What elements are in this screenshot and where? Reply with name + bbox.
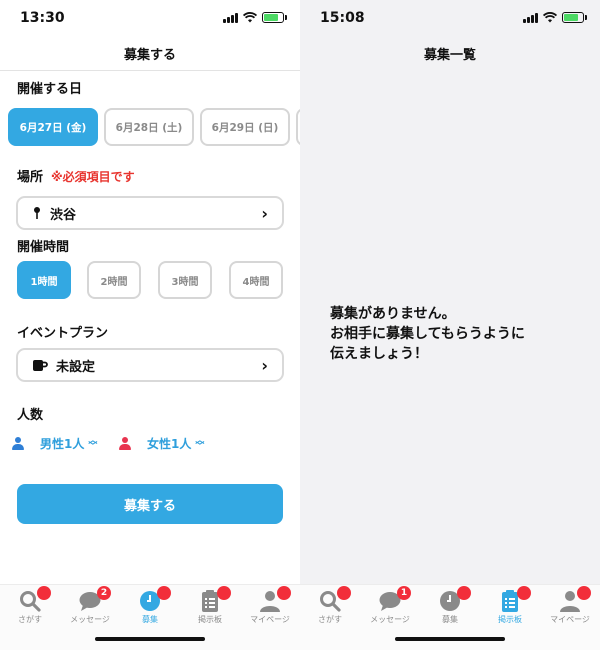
people-section-label: 人数 <box>17 408 44 423</box>
chevron-updown-icon: ︿ ﹀ <box>88 435 98 452</box>
tab-message[interactable]: 2 メッセージ <box>60 586 120 625</box>
wifi-icon <box>543 12 557 23</box>
tab-label: 募集 <box>142 615 158 624</box>
chevron-updown-icon: ︿ ﹀ <box>195 435 205 452</box>
place-picker[interactable]: 渋谷 › <box>16 196 284 230</box>
male-count-selector[interactable]: 男性1人 ︿ ﹀ <box>12 435 97 452</box>
signal-icon <box>223 12 238 23</box>
male-count: 男性1人 <box>40 437 85 451</box>
female-count: 女性1人 <box>147 437 192 451</box>
tab-label: 募集 <box>442 615 458 624</box>
time-option-3[interactable]: 3時間 <box>158 261 212 299</box>
message-count-badge: 2 <box>97 586 111 600</box>
notification-badge <box>157 586 171 600</box>
right-screen: 15:08 募集一覧 募集がありません。 お相手に募集してもらうように 伝えまし… <box>300 0 600 650</box>
male-person-icon <box>12 436 24 451</box>
place-section-label: 場所 ※必須項目です <box>17 166 135 185</box>
page-title: 募集一覧 <box>423 48 476 63</box>
empty-message-line: 伝えましょう！ <box>330 346 428 362</box>
chevron-right-icon: › <box>261 204 268 223</box>
tab-message[interactable]: 1 メッセージ <box>360 586 420 625</box>
nav-divider <box>0 70 300 71</box>
signal-icon <box>523 12 538 23</box>
date-option-1[interactable]: 6月27日 (金) <box>8 108 98 146</box>
map-pin-icon <box>34 207 40 219</box>
notification-badge <box>517 586 531 600</box>
required-note: ※必須項目です <box>51 170 135 184</box>
tab-recruit[interactable]: 募集 <box>420 586 480 625</box>
coffee-cup-icon <box>33 360 48 371</box>
battery-icon <box>262 12 287 23</box>
plan-picker[interactable]: 未設定 › <box>16 348 284 382</box>
empty-message-line: 募集がありません。 <box>330 306 456 322</box>
tab-label: メッセージ <box>370 615 410 624</box>
time-option-1[interactable]: 1時間 <box>17 261 71 299</box>
tab-label: メッセージ <box>70 615 110 624</box>
tab-board[interactable]: 掲示板 <box>480 586 540 625</box>
tab-mypage[interactable]: マイページ <box>240 586 300 625</box>
tab-label: さがす <box>18 615 42 624</box>
tab-label: 掲示板 <box>498 615 522 624</box>
plan-section-label: イベントプラン <box>17 326 109 341</box>
status-bar: 15:08 <box>300 0 600 36</box>
female-person-icon <box>119 436 131 451</box>
page-title: 募集する <box>123 48 176 63</box>
notification-badge <box>217 586 231 600</box>
tab-recruit[interactable]: 募集 <box>120 586 180 625</box>
date-option-3[interactable]: 6月29日 (日) <box>200 108 290 146</box>
notification-badge <box>577 586 591 600</box>
plan-value: 未設定 <box>56 359 96 375</box>
notification-badge <box>37 586 51 600</box>
notification-badge <box>277 586 291 600</box>
submit-button[interactable]: 募集する <box>17 484 283 524</box>
date-option-2[interactable]: 6月28日 (土) <box>104 108 194 146</box>
time-option-4[interactable]: 4時間 <box>229 261 283 299</box>
time-section-label: 開催時間 <box>17 240 70 255</box>
tab-mypage[interactable]: マイページ <box>540 586 600 625</box>
battery-icon <box>562 12 587 23</box>
tab-search[interactable]: さがす <box>300 586 360 625</box>
tab-label: 掲示板 <box>198 615 222 624</box>
notification-badge <box>337 586 351 600</box>
left-screen: 13:30 募集する 開催する日 6月27日 (金) 6月28日 (土) 6月2… <box>0 0 300 650</box>
tab-board[interactable]: 掲示板 <box>180 586 240 625</box>
tab-search[interactable]: さがす <box>0 586 60 625</box>
time-option-2[interactable]: 2時間 <box>87 261 141 299</box>
place-value: 渋谷 <box>50 207 77 223</box>
status-bar: 13:30 <box>0 0 300 36</box>
place-label: 場所 <box>17 170 44 185</box>
notification-badge <box>457 586 471 600</box>
wifi-icon <box>243 12 257 23</box>
date-section-label: 開催する日 <box>17 82 83 97</box>
empty-message: 募集がありません。 お相手に募集してもらうように 伝えましょう！ <box>330 304 525 364</box>
tab-label: さがす <box>318 615 342 624</box>
tab-label: マイページ <box>550 615 590 624</box>
home-indicator <box>95 637 205 641</box>
message-count-badge: 1 <box>397 586 411 600</box>
empty-message-line: お相手に募集してもらうように <box>330 326 525 342</box>
status-time: 15:08 <box>320 10 365 26</box>
home-indicator <box>395 637 505 641</box>
status-time: 13:30 <box>20 10 65 26</box>
tab-label: マイページ <box>250 615 290 624</box>
chevron-right-icon: › <box>261 356 268 375</box>
female-count-selector[interactable]: 女性1人 ︿ ﹀ <box>119 435 204 452</box>
